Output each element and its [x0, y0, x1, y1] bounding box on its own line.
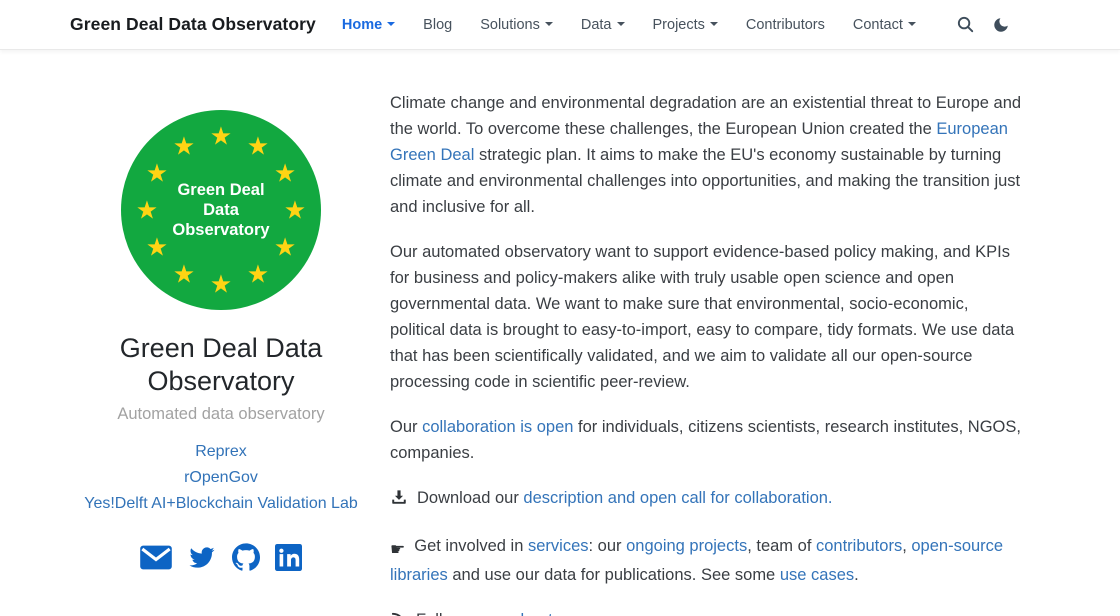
star-icon: ★ [136, 198, 158, 223]
download-icon [390, 488, 408, 514]
inline-link[interactable]: contributors [816, 537, 902, 555]
star-icon: ★ [284, 198, 306, 223]
paragraph-text: Download our [417, 489, 523, 507]
logo-text-line: Green Deal [177, 180, 264, 200]
paragraph-text: Our [390, 418, 422, 436]
paragraph: Our collaboration is open for individual… [390, 414, 1022, 466]
nav-item-contact[interactable]: Contact [853, 17, 916, 33]
sidebar: Green DealDataObservatory ★★★★★★★★★★★★ G… [60, 90, 382, 616]
sidebar-links: ReprexrOpenGovYes!Delft AI+Blockchain Va… [60, 439, 382, 517]
nav-items: Home Blog Solutions Data Projects Contributor… [342, 17, 944, 33]
paragraph-text: . [854, 566, 859, 584]
star-icon: ★ [247, 262, 269, 287]
nav-tools [954, 14, 1012, 36]
paragraph: Our automated observatory want to suppor… [390, 239, 1022, 395]
page-title: Green Deal Data Observatory [60, 332, 382, 398]
paragraph-text: strategic plan. It aims to make the EU's… [390, 146, 1020, 216]
top-navbar: Green Deal Data Observatory Home Blog Solu… [0, 0, 1120, 50]
sidebar-link[interactable]: Reprex [60, 439, 382, 465]
star-icon: ★ [274, 161, 296, 186]
main-content: Climate change and environmental degrada… [390, 90, 1022, 616]
nav-item-home[interactable]: Home [342, 17, 395, 33]
paragraph-text: , team of [747, 537, 816, 555]
paragraph-text: : our [589, 537, 627, 555]
linkedin-icon[interactable] [275, 544, 302, 571]
nav-item-solutions[interactable]: Solutions [480, 17, 553, 33]
star-icon: ★ [146, 161, 168, 186]
dark-mode-icon[interactable] [990, 14, 1012, 36]
chevron-down-icon [908, 22, 916, 26]
social-row [60, 543, 382, 571]
chevron-down-icon [387, 22, 395, 26]
email-icon[interactable] [140, 545, 172, 570]
sidebar-link[interactable]: rOpenGov [60, 465, 382, 491]
logo-text-line: Observatory [172, 220, 269, 240]
paragraph: ☛ Get involved in services: our ongoing p… [390, 533, 1022, 588]
logo-text-line: Data [203, 200, 239, 220]
inline-link[interactable]: collaboration is open [422, 418, 573, 436]
star-icon: ★ [210, 124, 232, 149]
github-icon[interactable] [232, 543, 260, 571]
star-icon: ★ [274, 235, 296, 260]
chevron-down-icon [617, 22, 625, 26]
inline-link[interactable]: description and open call for collaborat… [523, 489, 832, 507]
paragraph-text: Climate change and environmental degrada… [390, 94, 1021, 138]
page-body: Green DealDataObservatory ★★★★★★★★★★★★ G… [0, 50, 1120, 616]
star-icon: ★ [173, 262, 195, 287]
inline-link[interactable]: use cases [780, 566, 854, 584]
sidebar-link[interactable]: Yes!Delft AI+Blockchain Validation Lab [60, 491, 382, 517]
site-brand[interactable]: Green Deal Data Observatory [70, 14, 316, 35]
search-icon[interactable] [954, 14, 976, 36]
inline-link[interactable]: ongoing projects [626, 537, 747, 555]
star-icon: ★ [146, 235, 168, 260]
star-icon: ★ [173, 133, 195, 158]
inline-link[interactable]: news about us. [468, 611, 579, 616]
star-icon: ★ [247, 133, 269, 158]
paragraph-text: Our automated observatory want to suppor… [390, 243, 1014, 391]
chevron-down-icon [545, 22, 553, 26]
paragraph-text: and use our data for publications. See s… [448, 566, 780, 584]
paragraph-text: Get involved in [414, 537, 528, 555]
rss-icon [390, 610, 407, 616]
nav-item-projects[interactable]: Projects [653, 17, 718, 33]
nav-item-blog[interactable]: Blog [423, 17, 452, 33]
green-deal-logo: Green DealDataObservatory ★★★★★★★★★★★★ [121, 110, 321, 310]
paragraph: Follow news about us. [390, 607, 1022, 616]
twitter-icon[interactable] [187, 545, 217, 570]
paragraph-text: , [902, 537, 911, 555]
nav-item-contributors[interactable]: Contributors [746, 17, 825, 33]
paragraph: Download our description and open call f… [390, 485, 1022, 514]
paragraph-text: Follow [416, 611, 468, 616]
page-subtitle: Automated data observatory [60, 405, 382, 424]
nav-item-data[interactable]: Data [581, 17, 625, 33]
inline-link[interactable]: services [528, 537, 589, 555]
star-icon: ★ [210, 272, 232, 297]
chevron-down-icon [710, 22, 718, 26]
paragraph: Climate change and environmental degrada… [390, 90, 1022, 220]
hand-point-right-icon: ☛ [390, 536, 405, 562]
